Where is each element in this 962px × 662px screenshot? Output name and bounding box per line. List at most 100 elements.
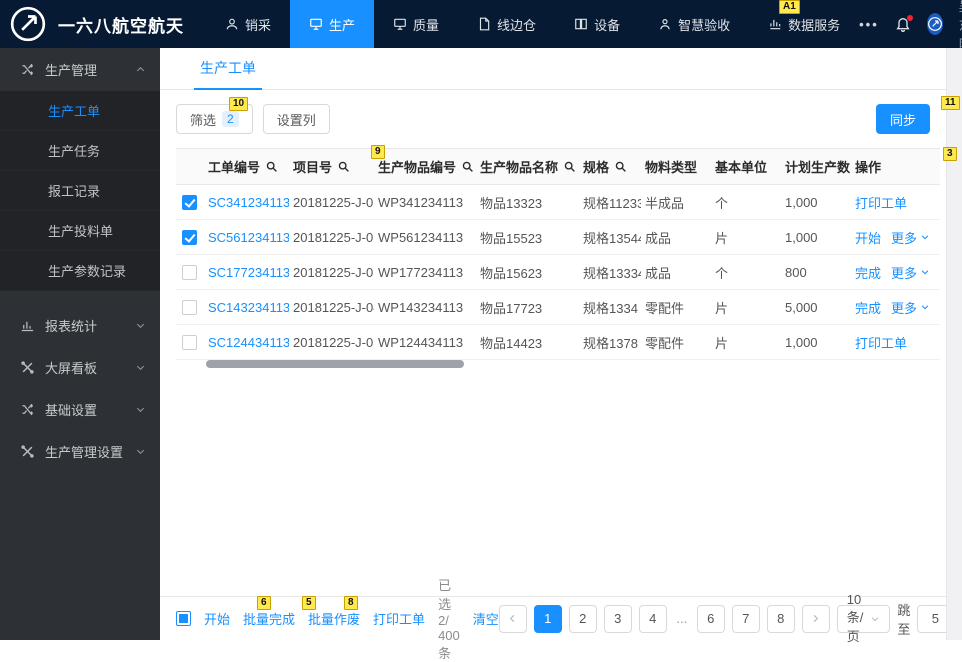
next-page-button[interactable] <box>802 605 830 633</box>
more-menu-icon[interactable]: ••• <box>859 17 879 32</box>
nav-item-production[interactable]: 生产 <box>290 0 374 48</box>
annotation-badge: 6 <box>257 596 271 610</box>
page-button-3[interactable]: 3 <box>604 605 632 633</box>
chevron-down-icon <box>135 320 146 331</box>
page-button-8[interactable]: 8 <box>767 605 795 633</box>
row-action-primary[interactable]: 开始 <box>855 228 881 247</box>
sidebar-item-production-tasks[interactable]: 生产任务 <box>0 131 160 171</box>
col-actions: 操作 <box>851 157 940 176</box>
tab-bar: 生产工单 <box>160 48 946 90</box>
select-all-checkbox[interactable] <box>176 611 191 626</box>
col-order-no[interactable]: 工单编号 <box>204 157 289 176</box>
row-checkbox[interactable] <box>182 300 197 315</box>
row-checkbox[interactable] <box>182 335 197 350</box>
table-row: SC177234113 20181225-J-03 WP177234113 物品… <box>176 255 940 290</box>
batch-print-link[interactable]: 打印工单 <box>373 609 425 628</box>
col-item-name[interactable]: 生产物品名称 <box>476 157 579 176</box>
sidebar-item-production-feeding[interactable]: 生产投料单 <box>0 211 160 251</box>
col-spec[interactable]: 规格 <box>579 157 641 176</box>
sync-button[interactable]: 同步 <box>876 104 930 134</box>
sidebar-group-report-statistics[interactable]: 报表统计 <box>0 304 160 346</box>
order-no-link[interactable]: SC143234113 <box>204 300 289 315</box>
tab-production-orders[interactable]: 生产工单 <box>194 58 262 90</box>
annotation-badge: 9 <box>371 145 385 159</box>
search-icon <box>614 160 627 173</box>
annotation-badge: 10 <box>229 97 248 111</box>
bar-chart-icon <box>20 318 35 333</box>
selected-count-label: 已选2/ 400 条 <box>438 575 460 662</box>
nav-item-quality[interactable]: 质量 <box>374 0 458 48</box>
sidebar-item-production-parameters[interactable]: 生产参数记录 <box>0 251 160 291</box>
notification-dot <box>907 15 913 21</box>
page-size-select[interactable]: 10条/页 <box>837 605 891 633</box>
file-icon <box>477 17 491 31</box>
user-avatar[interactable] <box>927 13 943 35</box>
nav-item-smart-acceptance[interactable]: 智慧验收 <box>639 0 749 48</box>
page-button-4[interactable]: 4 <box>639 605 667 633</box>
shuffle-icon <box>20 62 35 77</box>
sidebar-item-production-orders[interactable]: 生产工单 <box>0 91 160 131</box>
annotation-badge: 3 <box>943 147 957 161</box>
jump-to-label: 跳至 <box>897 600 910 638</box>
annotation-badge: 11 <box>941 96 960 110</box>
nav-item-data-service[interactable]: 数据服务 <box>749 0 859 48</box>
vertical-scrollbar[interactable] <box>946 48 962 640</box>
monitor-icon <box>309 17 323 31</box>
sidebar-group-dashboard[interactable]: 大屏看板 <box>0 346 160 388</box>
pagination: 1 2 3 4 ... 6 7 8 10条/页 跳至 页 <box>499 600 962 638</box>
search-icon <box>461 160 474 173</box>
row-action-more[interactable]: 更多 <box>891 228 930 247</box>
sidebar-group-production-management[interactable]: 生产管理 <box>0 48 160 90</box>
order-no-link[interactable]: SC124434113 <box>204 335 289 350</box>
row-action-primary[interactable]: 完成 <box>855 298 881 317</box>
top-navbar: 一六八航空航天 销采 生产 质量 线边仓 设备 智慧验收 数据服务 ••• 吴东… <box>0 0 962 48</box>
col-item-no[interactable]: 生产物品编号 <box>374 157 476 176</box>
nav-item-sales[interactable]: 销采 <box>206 0 290 48</box>
row-checkbox[interactable] <box>182 265 197 280</box>
chevron-up-icon <box>135 64 146 75</box>
table-row: SC561234113 20181225-J-02 WP561234113 物品… <box>176 220 940 255</box>
prev-page-button[interactable] <box>499 605 527 633</box>
sidebar-group-basic-settings[interactable]: 基础设置 <box>0 388 160 430</box>
sidebar-item-work-report-records[interactable]: 报工记录 <box>0 171 160 211</box>
row-checkbox[interactable] <box>182 195 197 210</box>
page-button-6[interactable]: 6 <box>697 605 725 633</box>
chevron-down-icon <box>920 232 930 242</box>
set-columns-button[interactable]: 设置列 <box>263 104 330 134</box>
nav-item-line-warehouse[interactable]: 线边仓 <box>458 0 555 48</box>
batch-complete-link[interactable]: 批量完成 <box>243 609 295 628</box>
row-action-more[interactable]: 更多 <box>891 298 930 317</box>
row-action-primary[interactable]: 打印工单 <box>855 333 907 352</box>
search-icon <box>265 160 278 173</box>
order-no-link[interactable]: SC561234113 <box>204 230 289 245</box>
order-no-link[interactable]: SC341234113 <box>204 195 289 210</box>
chevron-down-icon <box>135 446 146 457</box>
annotation-badge: A1 <box>779 0 800 14</box>
user-icon <box>225 17 239 31</box>
row-action-primary[interactable]: 完成 <box>855 263 881 282</box>
table-row: SC143234113 20181225-J-04 WP143234113 物品… <box>176 290 940 325</box>
annotation-badge: 8 <box>344 596 358 610</box>
notification-bell-icon[interactable] <box>895 16 911 32</box>
page-button-2[interactable]: 2 <box>569 605 597 633</box>
sidebar-group-production-settings[interactable]: 生产管理设置 <box>0 430 160 472</box>
batch-void-link[interactable]: 批量作废 <box>308 609 360 628</box>
chevron-down-icon <box>920 267 930 277</box>
col-project-no[interactable]: 项目号 <box>289 157 374 176</box>
nav-item-equipment[interactable]: 设备 <box>555 0 639 48</box>
col-material-type: 物料类型 <box>641 157 711 176</box>
order-no-link[interactable]: SC177234113 <box>204 265 289 280</box>
page-ellipsis[interactable]: ... <box>674 605 690 633</box>
batch-start-link[interactable]: 开始 <box>204 609 230 628</box>
footer-bar: 开始 批量完成 批量作废 打印工单 已选2/ 400 条 清空 1 2 3 4 … <box>160 596 946 640</box>
row-checkbox[interactable] <box>182 230 197 245</box>
page-button-1[interactable]: 1 <box>534 605 562 633</box>
chevron-down-icon <box>135 404 146 415</box>
row-action-primary[interactable]: 打印工单 <box>855 193 907 212</box>
row-action-more[interactable]: 更多 <box>891 263 930 282</box>
clear-selection-link[interactable]: 清空 <box>473 609 499 628</box>
chevron-left-icon <box>507 613 518 624</box>
tools-icon <box>20 360 35 375</box>
horizontal-scrollbar-thumb[interactable] <box>206 360 464 368</box>
page-button-7[interactable]: 7 <box>732 605 760 633</box>
